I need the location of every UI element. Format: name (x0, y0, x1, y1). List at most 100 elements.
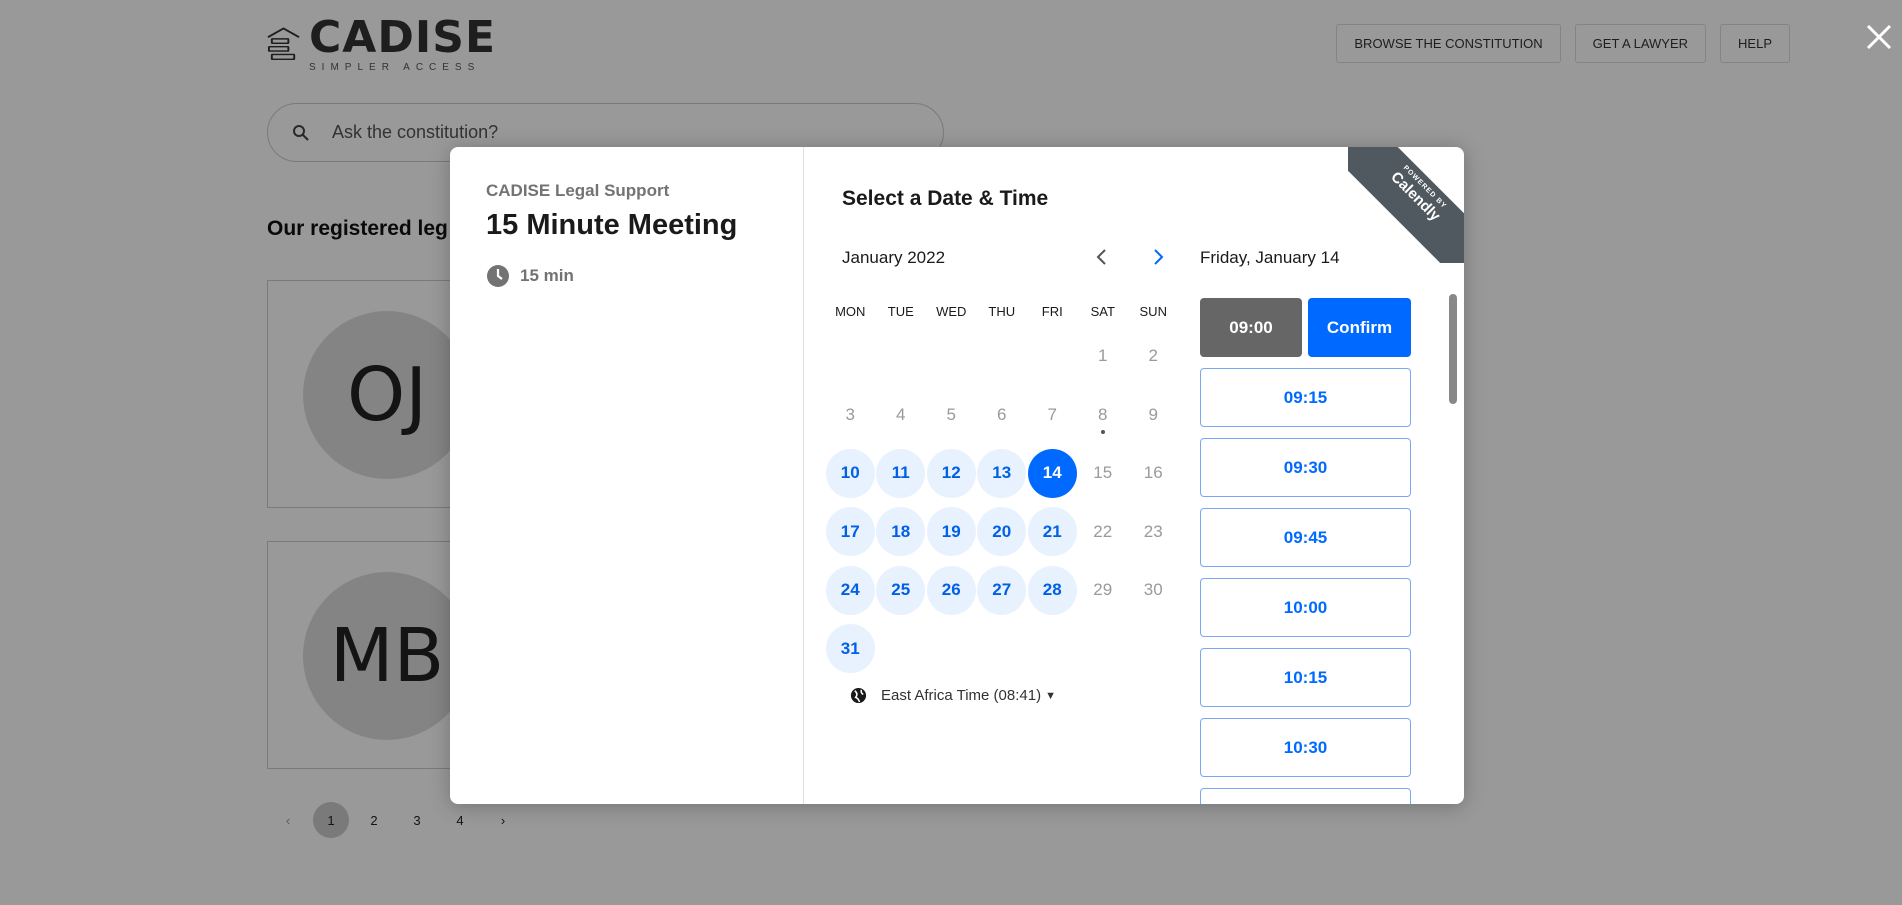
calendar-day-unavailable: 7 (1027, 390, 1078, 440)
calendar-day-available[interactable]: 12 (926, 448, 977, 498)
day-number: 6 (997, 404, 1007, 424)
day-number: 2 (1148, 346, 1158, 366)
close-icon[interactable] (1864, 22, 1894, 52)
day-number: 17 (825, 507, 875, 557)
calendar-day-unavailable: 16 (1128, 448, 1179, 498)
previous-month-icon[interactable] (1092, 247, 1112, 267)
day-number: 15 (1093, 463, 1113, 483)
calendar-day-unavailable: 9 (1128, 390, 1179, 440)
day-number: 23 (1143, 521, 1163, 541)
calendar-week: 3 4 5 6 7 8 9 (825, 386, 1179, 445)
calendar-day-available[interactable]: 10 (825, 448, 876, 498)
time-slot-button[interactable]: 09:30 (1200, 438, 1411, 497)
selected-time-slot[interactable]: 09:00 (1200, 298, 1302, 357)
calendar-day-available[interactable]: 17 (825, 507, 876, 557)
weekday-label: WED (936, 304, 967, 319)
today-dot-icon (1100, 429, 1105, 434)
day-number: 21 (1027, 507, 1077, 557)
day-number: 8 (1098, 404, 1108, 424)
calendar-day-unavailable: 23 (1128, 507, 1179, 557)
weekday-label: MON (835, 304, 866, 319)
weekday-label: SAT (1090, 304, 1115, 319)
event-details: CADISE Legal Support 15 Minute Meeting 1… (450, 147, 804, 804)
next-month-icon[interactable] (1148, 247, 1168, 267)
duration-label: 15 min (520, 266, 574, 285)
day-number: 27 (977, 565, 1027, 615)
calendar-grid: 1 2 3 4 5 6 7 8 9 10 11 12 13 14 15 16 17 18 19 20 21 22 23 24 2… (825, 327, 1179, 678)
calendar-week: 17 18 19 20 21 22 23 (825, 503, 1179, 562)
calendar-day-unavailable: 5 (926, 390, 977, 440)
day-number: 12 (926, 448, 976, 498)
day-number: 13 (977, 448, 1027, 498)
day-number: 30 (1143, 580, 1163, 600)
organizer-name: CADISE Legal Support (486, 181, 670, 200)
time-slot-list[interactable]: 09:00 Confirm 09:15 09:30 09:45 10:00 10:15 1… (1200, 298, 1412, 804)
scheduling-modal: CADISE Legal Support 15 Minute Meeting 1… (450, 147, 1464, 804)
day-number: 31 (825, 624, 875, 674)
day-number: 14 (1027, 448, 1077, 498)
day-number: 19 (926, 507, 976, 557)
calendar-day-available[interactable]: 20 (977, 507, 1028, 557)
calendar-week: 12 (825, 327, 1179, 386)
day-number: 28 (1027, 565, 1077, 615)
calendar-day-available[interactable]: 21 (1027, 507, 1078, 557)
calendar-day-unavailable: 3 (825, 390, 876, 440)
calendar-day-available[interactable]: 18 (876, 507, 927, 557)
calendar-day-unavailable: 30 (1128, 565, 1179, 615)
day-number: 16 (1143, 463, 1163, 483)
select-date-heading: Select a Date & Time (842, 187, 1049, 210)
time-slot-button[interactable]: 09:15 (1200, 368, 1411, 427)
calendar-day-available[interactable]: 31 (825, 624, 876, 674)
day-number: 1 (1098, 346, 1108, 366)
calendar-day-available[interactable]: 19 (926, 507, 977, 557)
duration: 15 min (486, 264, 803, 288)
weekday-label: SUN (1139, 304, 1167, 319)
day-number: 7 (1047, 404, 1057, 424)
weekday-label: THU (988, 304, 1016, 319)
calendar-day-today: 8 (1078, 390, 1129, 440)
weekday-label: FRI (1041, 304, 1063, 319)
calendar-day-unavailable: 1 (1078, 331, 1129, 381)
calendar-day-unavailable: 6 (977, 390, 1028, 440)
calendar-day-available[interactable]: 25 (876, 565, 927, 615)
confirm-button[interactable]: Confirm (1308, 298, 1411, 357)
globe-icon (850, 687, 867, 704)
day-number: 4 (896, 404, 906, 424)
day-number: 25 (876, 565, 926, 615)
calendar-day-available[interactable]: 27 (977, 565, 1028, 615)
calendar-day-unavailable: 22 (1078, 507, 1129, 557)
weekday-label: TUE (887, 304, 914, 319)
day-number: 29 (1093, 580, 1113, 600)
time-slot-button[interactable]: 09:45 (1200, 508, 1411, 567)
calendar-week: 31 (825, 620, 1179, 679)
calendar-day-available[interactable]: 24 (825, 565, 876, 615)
day-number: 10 (825, 448, 875, 498)
calendar-day-unavailable: 2 (1128, 331, 1179, 381)
time-slot-button[interactable]: 10:00 (1200, 578, 1411, 637)
day-number: 22 (1093, 521, 1113, 541)
calendar-day-available[interactable]: 26 (926, 565, 977, 615)
calendar-day-available[interactable]: 13 (977, 448, 1028, 498)
timezone-selector[interactable]: East Africa Time (08:41) ▼ (850, 687, 1056, 704)
calendly-badge[interactable]: POWERED BY Calendly (1348, 147, 1464, 263)
day-number: 5 (946, 404, 956, 424)
caret-down-icon: ▼ (1045, 689, 1056, 702)
day-number: 18 (876, 507, 926, 557)
calendar-day-selected[interactable]: 14 (1027, 448, 1078, 498)
calendar-week: 24 25 26 27 28 29 30 (825, 561, 1179, 620)
calendar-day-available[interactable]: 28 (1027, 565, 1078, 615)
clock-icon (487, 265, 509, 287)
calendar-day-available[interactable]: 11 (876, 448, 927, 498)
selected-slot-row: 09:00 Confirm (1200, 298, 1412, 357)
calendar-day-unavailable: 29 (1078, 565, 1129, 615)
event-name: 15 Minute Meeting (486, 209, 738, 241)
time-slot-button[interactable] (1200, 788, 1411, 804)
time-slot-button[interactable]: 10:30 (1200, 718, 1411, 777)
time-slots-scrollbar[interactable] (1449, 294, 1457, 404)
calendar-day-unavailable: 4 (876, 390, 927, 440)
calendar-week: 10 11 12 13 14 15 16 (825, 444, 1179, 503)
selected-date-label: Friday, January 14 (1200, 248, 1340, 267)
weekday-header: MON TUE WED THU FRI SAT SUN (825, 304, 1179, 319)
time-slot-button[interactable]: 10:15 (1200, 648, 1411, 707)
timezone-label: East Africa Time (08:41) (881, 687, 1042, 704)
